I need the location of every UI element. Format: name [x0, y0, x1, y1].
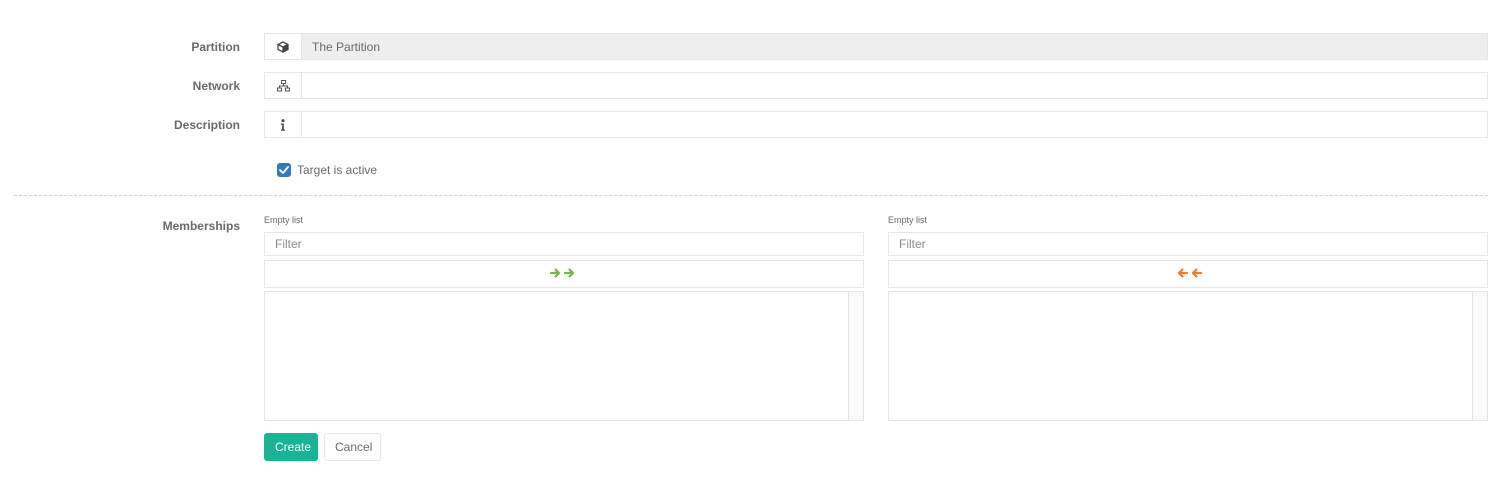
available-filter-input[interactable]	[264, 232, 864, 256]
network-field[interactable]	[301, 72, 1488, 99]
target-active-row: Target is active	[277, 163, 377, 177]
available-listbox-scrollbar[interactable]	[848, 292, 863, 420]
selected-listbox[interactable]	[888, 291, 1488, 421]
partition-label: Partition	[191, 40, 240, 54]
available-list-panel: Empty list	[264, 214, 864, 421]
available-listbox[interactable]	[264, 291, 864, 421]
target-active-checkbox[interactable]	[277, 163, 291, 177]
info-icon	[264, 111, 301, 138]
sitemap-icon	[264, 72, 301, 99]
selected-list-panel: Empty list	[888, 214, 1488, 421]
network-label: Network	[192, 79, 240, 93]
move-all-right-button[interactable]	[264, 260, 864, 288]
available-list-info: Empty list	[264, 215, 304, 225]
cancel-button[interactable]: Cancel	[324, 433, 381, 461]
description-field[interactable]	[301, 111, 1488, 138]
move-all-left-icon	[1174, 267, 1203, 281]
memberships-label: Memberships	[162, 219, 240, 233]
move-all-right-icon	[549, 267, 578, 281]
move-all-left-button[interactable]	[888, 260, 1488, 288]
selected-filter-input[interactable]	[888, 232, 1488, 256]
network-group	[264, 72, 1488, 99]
section-divider	[14, 195, 1488, 196]
partition-group	[264, 33, 1488, 60]
description-label: Description	[173, 118, 240, 132]
cube-icon	[264, 33, 301, 60]
selected-list-info: Empty list	[888, 215, 928, 225]
partition-field	[301, 33, 1488, 60]
create-button[interactable]: Create	[264, 433, 318, 461]
description-group	[264, 111, 1488, 138]
selected-listbox-scrollbar[interactable]	[1472, 292, 1487, 420]
target-active-label[interactable]: Target is active	[297, 163, 377, 177]
